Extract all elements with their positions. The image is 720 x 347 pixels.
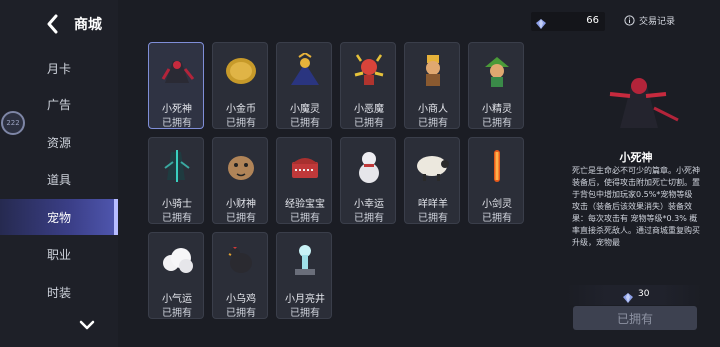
scroll-down-button[interactable] [78,316,96,330]
page-title: 商城 [74,17,102,33]
sidebar: 商城 月卡 广告 资源 道具 宠物 职业 时装 [0,0,118,347]
pet-card-elf[interactable]: 小精灵 已拥有 [468,42,524,129]
snowman-pet-icon [351,146,387,186]
pet-name: 小金币 [226,104,256,115]
pet-status: 已拥有 [418,118,448,129]
pet-status: 已拥有 [290,118,320,129]
pet-status: 已拥有 [226,213,256,224]
detail-description: 死亡是生命必不可少的篇章。小死神装备后，使得攻击附加死亡切割。置于背包中增加玩家… [572,166,700,247]
pet-name: 经验宝宝 [285,199,325,210]
pet-status: 已拥有 [162,118,192,129]
pet-card-reaper[interactable]: 小死神 已拥有 [148,42,204,129]
nav-item-label: 时装 [46,285,71,300]
pet-card-merchant[interactable]: 小商人 已拥有 [404,42,460,129]
floating-label: 222 [6,119,20,127]
currency-amount: 66 [586,15,599,26]
nav-item-label: 广告 [46,97,71,112]
cloud-pet-icon [159,241,195,281]
pet-name: 小月亮井 [285,294,325,305]
pet-card-exp-baby[interactable]: 经验宝宝 已拥有 [276,137,332,224]
chevron-left-icon [47,14,58,34]
pet-name: 小幸运 [354,199,384,210]
currency-display: 66 [531,12,605,31]
pet-status: 已拥有 [418,213,448,224]
pet-name: 小气运 [162,294,192,305]
pet-status: 已拥有 [354,118,384,129]
knight-pet-icon [159,146,195,186]
nav-item-label: 资源 [46,135,71,150]
nav-item-pets[interactable]: 宠物 [0,199,118,235]
demon-pet-icon [351,51,387,91]
pet-card-moonwell[interactable]: 小月亮井 已拥有 [276,232,332,319]
pet-card-gold-coin[interactable]: 小金币 已拥有 [212,42,268,129]
nav-item-label: 职业 [46,247,71,262]
pet-status: 已拥有 [290,213,320,224]
merchant-pet-icon [415,51,451,91]
pet-card-demon[interactable]: 小恶魔 已拥有 [340,42,396,129]
pet-name: 小商人 [418,104,448,115]
pet-name: 小乌鸡 [226,294,256,305]
gem-icon [535,15,547,34]
price-bar: 30 [566,285,702,305]
owned-button[interactable]: 已拥有 [573,306,697,330]
nav-item-monthly-card[interactable]: 月卡 [0,50,118,86]
trade-record-button[interactable]: 交易记录 [624,14,675,27]
moonwell-pet-icon [287,241,323,281]
pet-name: 小精灵 [482,104,512,115]
price-value: 30 [638,289,650,299]
wizard-pet-icon [287,51,323,91]
pet-status: 已拥有 [162,213,192,224]
nav-item-class[interactable]: 职业 [0,236,118,272]
pet-status: 已拥有 [162,308,192,319]
nav-item-items[interactable]: 道具 [0,161,118,197]
pet-status: 已拥有 [482,213,512,224]
elf-pet-icon [479,51,515,91]
nav-item-label: 月卡 [46,61,71,76]
pet-name: 小恶魔 [354,104,384,115]
back-button[interactable] [42,12,62,36]
reaper-pet-icon [159,51,195,91]
nav-item-fashion[interactable]: 时装 [0,274,118,310]
pet-name: 小剑灵 [482,199,512,210]
pet-card-sword[interactable]: 小剑灵 已拥有 [468,137,524,224]
info-icon [624,15,635,26]
pet-status: 已拥有 [290,308,320,319]
pet-status: 已拥有 [482,118,512,129]
chest-pet-icon [287,146,323,186]
sheep-pet-icon [415,146,451,186]
nav-item-label: 道具 [46,172,71,187]
fortune-pet-icon [223,146,259,186]
pet-status: 已拥有 [354,213,384,224]
detail-pet-name: 小死神 [619,151,653,164]
pet-card-sheep[interactable]: 咩咩羊 已拥有 [404,137,460,224]
nav-item-label: 宠物 [46,210,71,225]
sword-pet-icon [479,146,515,186]
gold-coin-pet-icon [223,51,259,91]
chicken-pet-icon [223,241,259,281]
pet-name: 咩咩羊 [418,199,448,210]
pet-card-knight[interactable]: 小骑士 已拥有 [148,137,204,224]
pet-status: 已拥有 [226,308,256,319]
pet-name: 小骑士 [162,199,192,210]
chevron-down-icon [79,320,95,330]
pet-status: 已拥有 [226,118,256,129]
trade-record-label: 交易记录 [639,17,676,27]
pet-name: 小魔灵 [290,104,320,115]
pet-card-cloud[interactable]: 小气运 已拥有 [148,232,204,319]
pet-card-chicken[interactable]: 小乌鸡 已拥有 [212,232,268,319]
reaper-pet-icon [596,66,680,132]
pet-name: 小财神 [226,199,256,210]
pet-name: 小死神 [162,104,192,115]
pet-card-wizard[interactable]: 小魔灵 已拥有 [276,42,332,129]
pet-card-lucky[interactable]: 小幸运 已拥有 [340,137,396,224]
pet-card-fortune[interactable]: 小财神 已拥有 [212,137,268,224]
floating-assistant-button[interactable]: 222 [1,111,25,135]
